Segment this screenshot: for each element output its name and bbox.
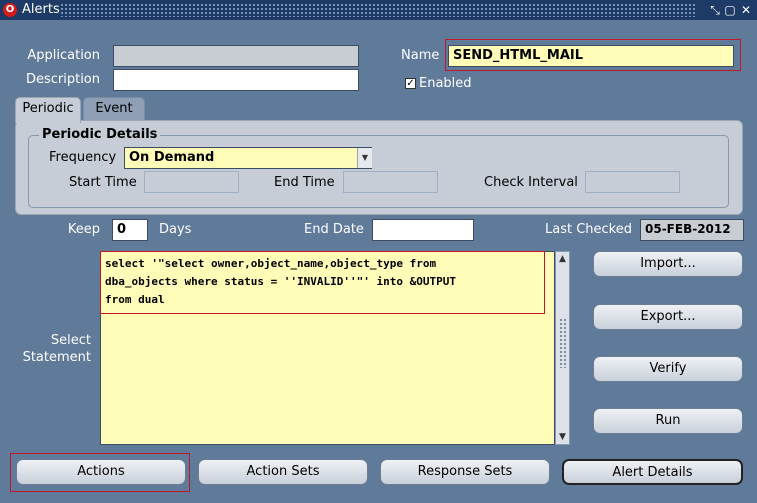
start-time-label: Start Time <box>69 175 137 190</box>
description-field[interactable] <box>113 69 359 91</box>
periodic-details-title: Periodic Details <box>39 127 161 142</box>
check-interval-field[interactable] <box>585 171 680 193</box>
alerts-window: O Alerts ⤡ ▢ ✕ Application Description N… <box>0 0 757 503</box>
last-checked-label: Last Checked <box>545 222 632 237</box>
name-label: Name <box>401 48 440 63</box>
start-time-field[interactable] <box>144 171 239 193</box>
run-button[interactable]: Run <box>593 408 743 434</box>
last-checked-field: 05-FEB-2012 <box>640 219 744 241</box>
end-time-label: End Time <box>274 175 335 190</box>
enabled-label[interactable]: Enabled <box>419 76 472 91</box>
export-button[interactable]: Export... <box>593 304 743 330</box>
response-sets-button[interactable]: Response Sets <box>380 459 550 485</box>
close-icon[interactable]: ✕ <box>739 3 753 17</box>
frequency-label: Frequency <box>49 150 117 165</box>
enabled-checkbox[interactable]: ✓ <box>405 78 416 89</box>
alert-details-button[interactable]: Alert Details <box>562 459 743 485</box>
application-label: Application <box>27 48 100 63</box>
application-field[interactable] <box>113 45 359 67</box>
chevron-down-icon[interactable]: ▼ <box>357 148 372 168</box>
oracle-app-icon: O <box>3 3 17 17</box>
actions-button[interactable]: Actions <box>16 459 186 485</box>
frequency-select[interactable]: On Demand <box>124 147 372 169</box>
scroll-up-icon[interactable]: ▲ <box>556 252 569 266</box>
restore-icon[interactable]: ⤡ <box>708 3 722 17</box>
select-statement-label-line1: Select <box>50 333 91 348</box>
end-date-label: End Date <box>304 222 364 237</box>
select-statement-label-line2: Statement <box>22 350 91 365</box>
end-time-field[interactable] <box>343 171 438 193</box>
scroll-down-icon[interactable]: ▼ <box>556 430 569 444</box>
days-label: Days <box>159 222 192 237</box>
window-title: Alerts <box>22 2 60 17</box>
description-label: Description <box>25 72 100 87</box>
maximize-icon[interactable]: ▢ <box>723 3 737 17</box>
keep-label: Keep <box>67 222 100 237</box>
title-bar-grip <box>60 3 697 17</box>
import-button[interactable]: Import... <box>593 251 743 277</box>
verify-button[interactable]: Verify <box>593 356 743 382</box>
title-bar[interactable]: O Alerts ⤡ ▢ ✕ <box>0 0 757 20</box>
statement-scrollbar[interactable]: ▲ ▼ <box>555 251 570 445</box>
check-interval-label: Check Interval <box>484 175 578 190</box>
end-date-field[interactable] <box>372 219 474 241</box>
action-sets-button[interactable]: Action Sets <box>198 459 368 485</box>
keep-days-field[interactable]: 0 <box>112 219 148 241</box>
statement-highlight-box <box>100 251 545 314</box>
scroll-thumb-grip[interactable] <box>559 318 566 368</box>
tab-periodic[interactable]: Periodic <box>15 97 81 123</box>
name-field[interactable]: SEND_HTML_MAIL <box>448 45 734 67</box>
tab-event[interactable]: Event <box>83 97 145 121</box>
